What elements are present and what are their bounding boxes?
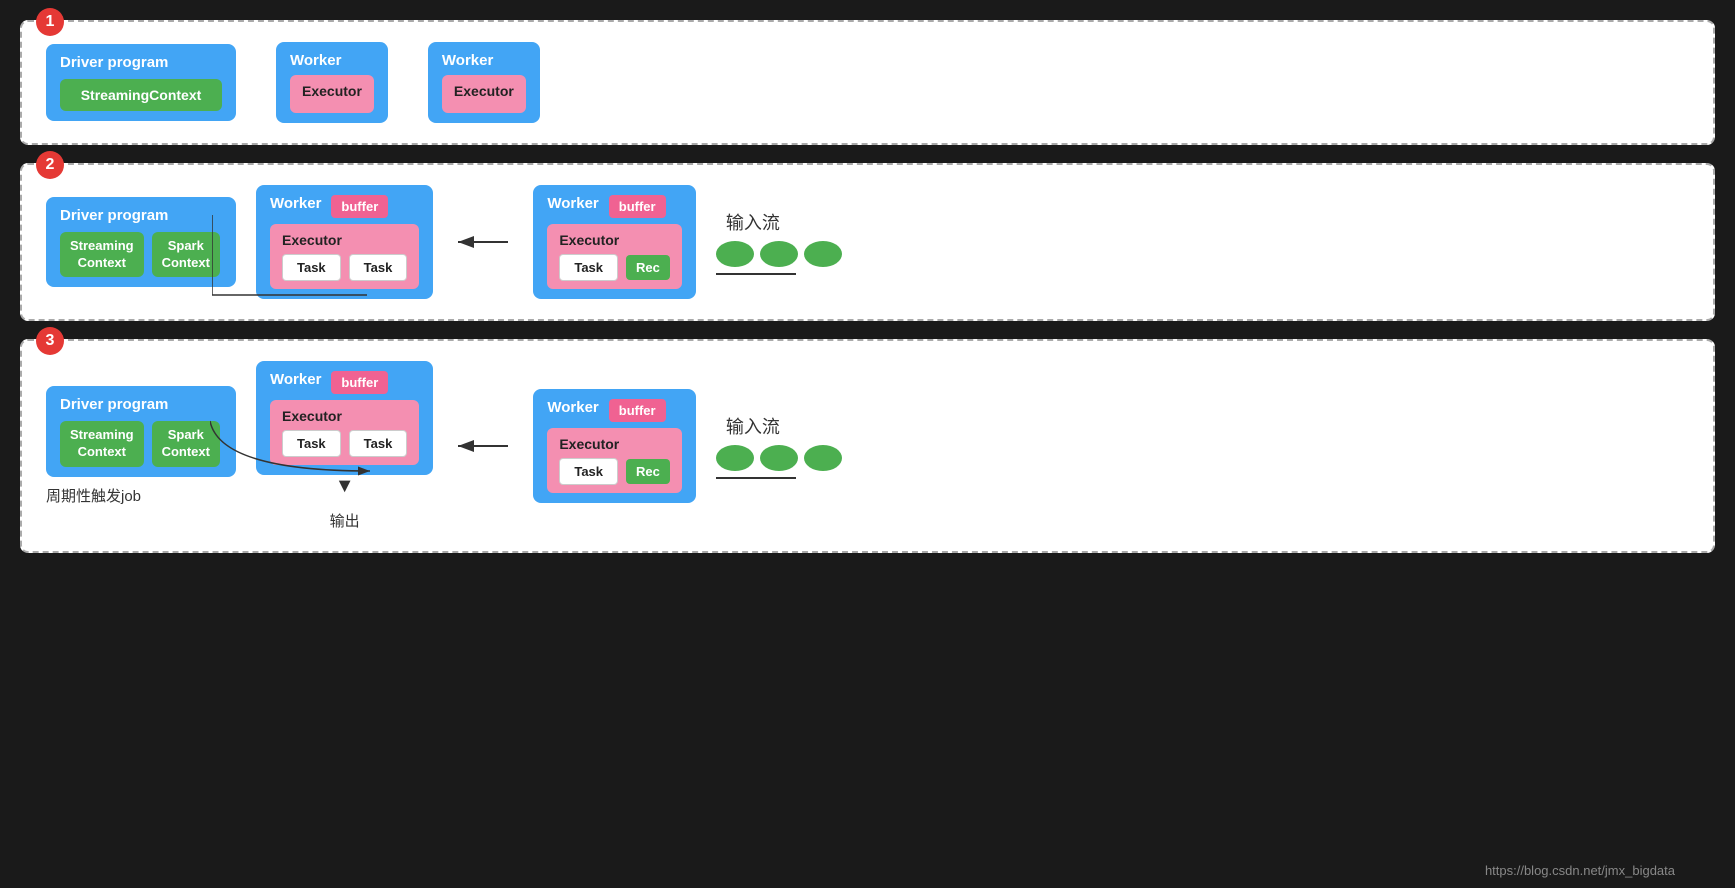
- arrow-between-workers-2: [453, 227, 513, 257]
- context-row-3: StreamingContext SparkContext: [60, 421, 222, 467]
- worker-title-1b: Worker: [442, 52, 526, 69]
- tasks-2b: Task Rec: [559, 254, 670, 281]
- step-badge-1: 1: [36, 8, 64, 36]
- task-2a-2: Task: [349, 254, 408, 281]
- rdd-label: RDD: [1665, 417, 1691, 471]
- worker-title-1a: Worker: [290, 52, 374, 69]
- leaf-2-2: [760, 241, 798, 267]
- executor-inner-2b: Executor Task Rec: [547, 224, 682, 289]
- worker-box-2b: Worker buffer Executor Task Rec: [533, 185, 696, 299]
- streaming-ctx-3: StreamingContext: [60, 421, 144, 467]
- executor-label-1b: Executor: [454, 83, 514, 99]
- buffer-3a: buffer: [331, 371, 388, 394]
- executor-title-3b: Executor: [559, 436, 670, 452]
- input-line-3: [716, 477, 796, 479]
- bottom-label-3: 周期性触发job: [46, 485, 236, 506]
- executor-inner-2a: Executor Task Task: [270, 224, 419, 289]
- step-badge-3: 3: [36, 327, 64, 355]
- step-badge-2: 2: [36, 151, 64, 179]
- diagram-3-content: Driver program StreamingContext SparkCon…: [46, 361, 1689, 531]
- worker-title-3a: Worker: [270, 371, 321, 388]
- task-3b-1: Task: [559, 458, 618, 485]
- output-arrow-3: ▼: [335, 475, 355, 498]
- worker-wrapper-2a: Worker buffer Executor Task Task: [256, 185, 433, 299]
- leaf-3-3: [804, 445, 842, 471]
- streaming-context-1: StreamingContext: [60, 79, 222, 111]
- arrow-svg-2: [453, 227, 513, 257]
- main-content: 1 Driver program StreamingContext Worker…: [20, 20, 1715, 553]
- buffer-2a: buffer: [331, 195, 388, 218]
- worker-title-2a: Worker: [270, 195, 321, 212]
- task-2b-1: Task: [559, 254, 618, 281]
- driver-wrapper-3: Driver program StreamingContext SparkCon…: [46, 386, 236, 506]
- worker-wrapper-2b: Worker buffer Executor Task Rec: [533, 185, 696, 299]
- executor-box-1a: Executor: [290, 75, 374, 113]
- streaming-ctx-2: StreamingContext: [60, 232, 144, 278]
- input-label-3: 输入流: [726, 413, 780, 439]
- worker-title-2b: Worker: [547, 195, 598, 212]
- worker-wrapper-3a: Worker buffer Executor Task Task ▼ 输出: [256, 361, 433, 531]
- driver-title-3: Driver program: [60, 396, 222, 413]
- output-section-3: ▼ 输出: [256, 475, 433, 531]
- worker-box-3a: Worker buffer Executor Task Task: [256, 361, 433, 475]
- executor-title-3a: Executor: [282, 408, 407, 424]
- input-section-2: 输入流: [716, 209, 842, 275]
- driver-box-1: Driver program StreamingContext: [46, 44, 236, 121]
- executor-inner-3a: Executor Task Task: [270, 400, 419, 465]
- leaves-2: [716, 241, 842, 267]
- leaves-3: [716, 445, 842, 471]
- leaf-3-2: [760, 445, 798, 471]
- driver-box-3: Driver program StreamingContext SparkCon…: [46, 386, 236, 477]
- input-section-3: 输入流: [716, 413, 842, 479]
- leaf-3-1: [716, 445, 754, 471]
- worker-box-1b: Worker Executor: [428, 42, 540, 123]
- diagram-2-content: Driver program StreamingContext SparkCon…: [46, 185, 1689, 299]
- task-3a-1: Task: [282, 430, 341, 457]
- diagram-1-content: Driver program StreamingContext Worker E…: [46, 42, 1689, 123]
- diagram-1: 1 Driver program StreamingContext Worker…: [20, 20, 1715, 145]
- worker-box-1a: Worker Executor: [276, 42, 388, 123]
- output-label-3: 输出: [330, 510, 360, 531]
- rec-2b: Rec: [626, 255, 670, 280]
- executor-inner-3b: Executor Task Rec: [547, 428, 682, 493]
- worker-wrapper-3b: Worker buffer Executor Task Rec: [533, 389, 696, 503]
- buffer-2b: buffer: [609, 195, 666, 218]
- executor-title-2a: Executor: [282, 232, 407, 248]
- driver-title-2: Driver program: [60, 207, 222, 224]
- context-row-2: StreamingContext SparkContext: [60, 232, 222, 278]
- spark-ctx-3: SparkContext: [152, 421, 220, 467]
- worker-title-3b: Worker: [547, 399, 598, 416]
- tasks-3b: Task Rec: [559, 458, 670, 485]
- input-line-2: [716, 273, 796, 275]
- leaf-2-1: [716, 241, 754, 267]
- leaf-2-3: [804, 241, 842, 267]
- driver-title-1: Driver program: [60, 54, 222, 71]
- spark-ctx-2: SparkContext: [152, 232, 220, 278]
- tasks-3a: Task Task: [282, 430, 407, 457]
- task-2a-1: Task: [282, 254, 341, 281]
- arrow-between-workers-3: [453, 431, 513, 461]
- diagram-2: 2 Driver program StreamingContext SparkC…: [20, 163, 1715, 321]
- watermark: https://blog.csdn.net/jmx_bigdata: [1485, 863, 1675, 878]
- task-3a-2: Task: [349, 430, 408, 457]
- worker-header-3a: Worker buffer: [270, 371, 419, 394]
- worker-box-3b: Worker buffer Executor Task Rec: [533, 389, 696, 503]
- executor-title-2b: Executor: [559, 232, 670, 248]
- rec-3b: Rec: [626, 459, 670, 484]
- executor-label-1a: Executor: [302, 83, 362, 99]
- diagram-3: 3 Driver program StreamingContext SparkC…: [20, 339, 1715, 553]
- worker-box-2a: Worker buffer Executor Task Task: [256, 185, 433, 299]
- worker-header-2a: Worker buffer: [270, 195, 419, 218]
- tasks-2a: Task Task: [282, 254, 407, 281]
- worker-header-3b: Worker buffer: [547, 399, 682, 422]
- arrow-svg-3: [453, 431, 513, 461]
- executor-box-1b: Executor: [442, 75, 526, 113]
- buffer-3b: buffer: [609, 399, 666, 422]
- input-label-2: 输入流: [726, 209, 780, 235]
- driver-box-2: Driver program StreamingContext SparkCon…: [46, 197, 236, 288]
- worker-header-2b: Worker buffer: [547, 195, 682, 218]
